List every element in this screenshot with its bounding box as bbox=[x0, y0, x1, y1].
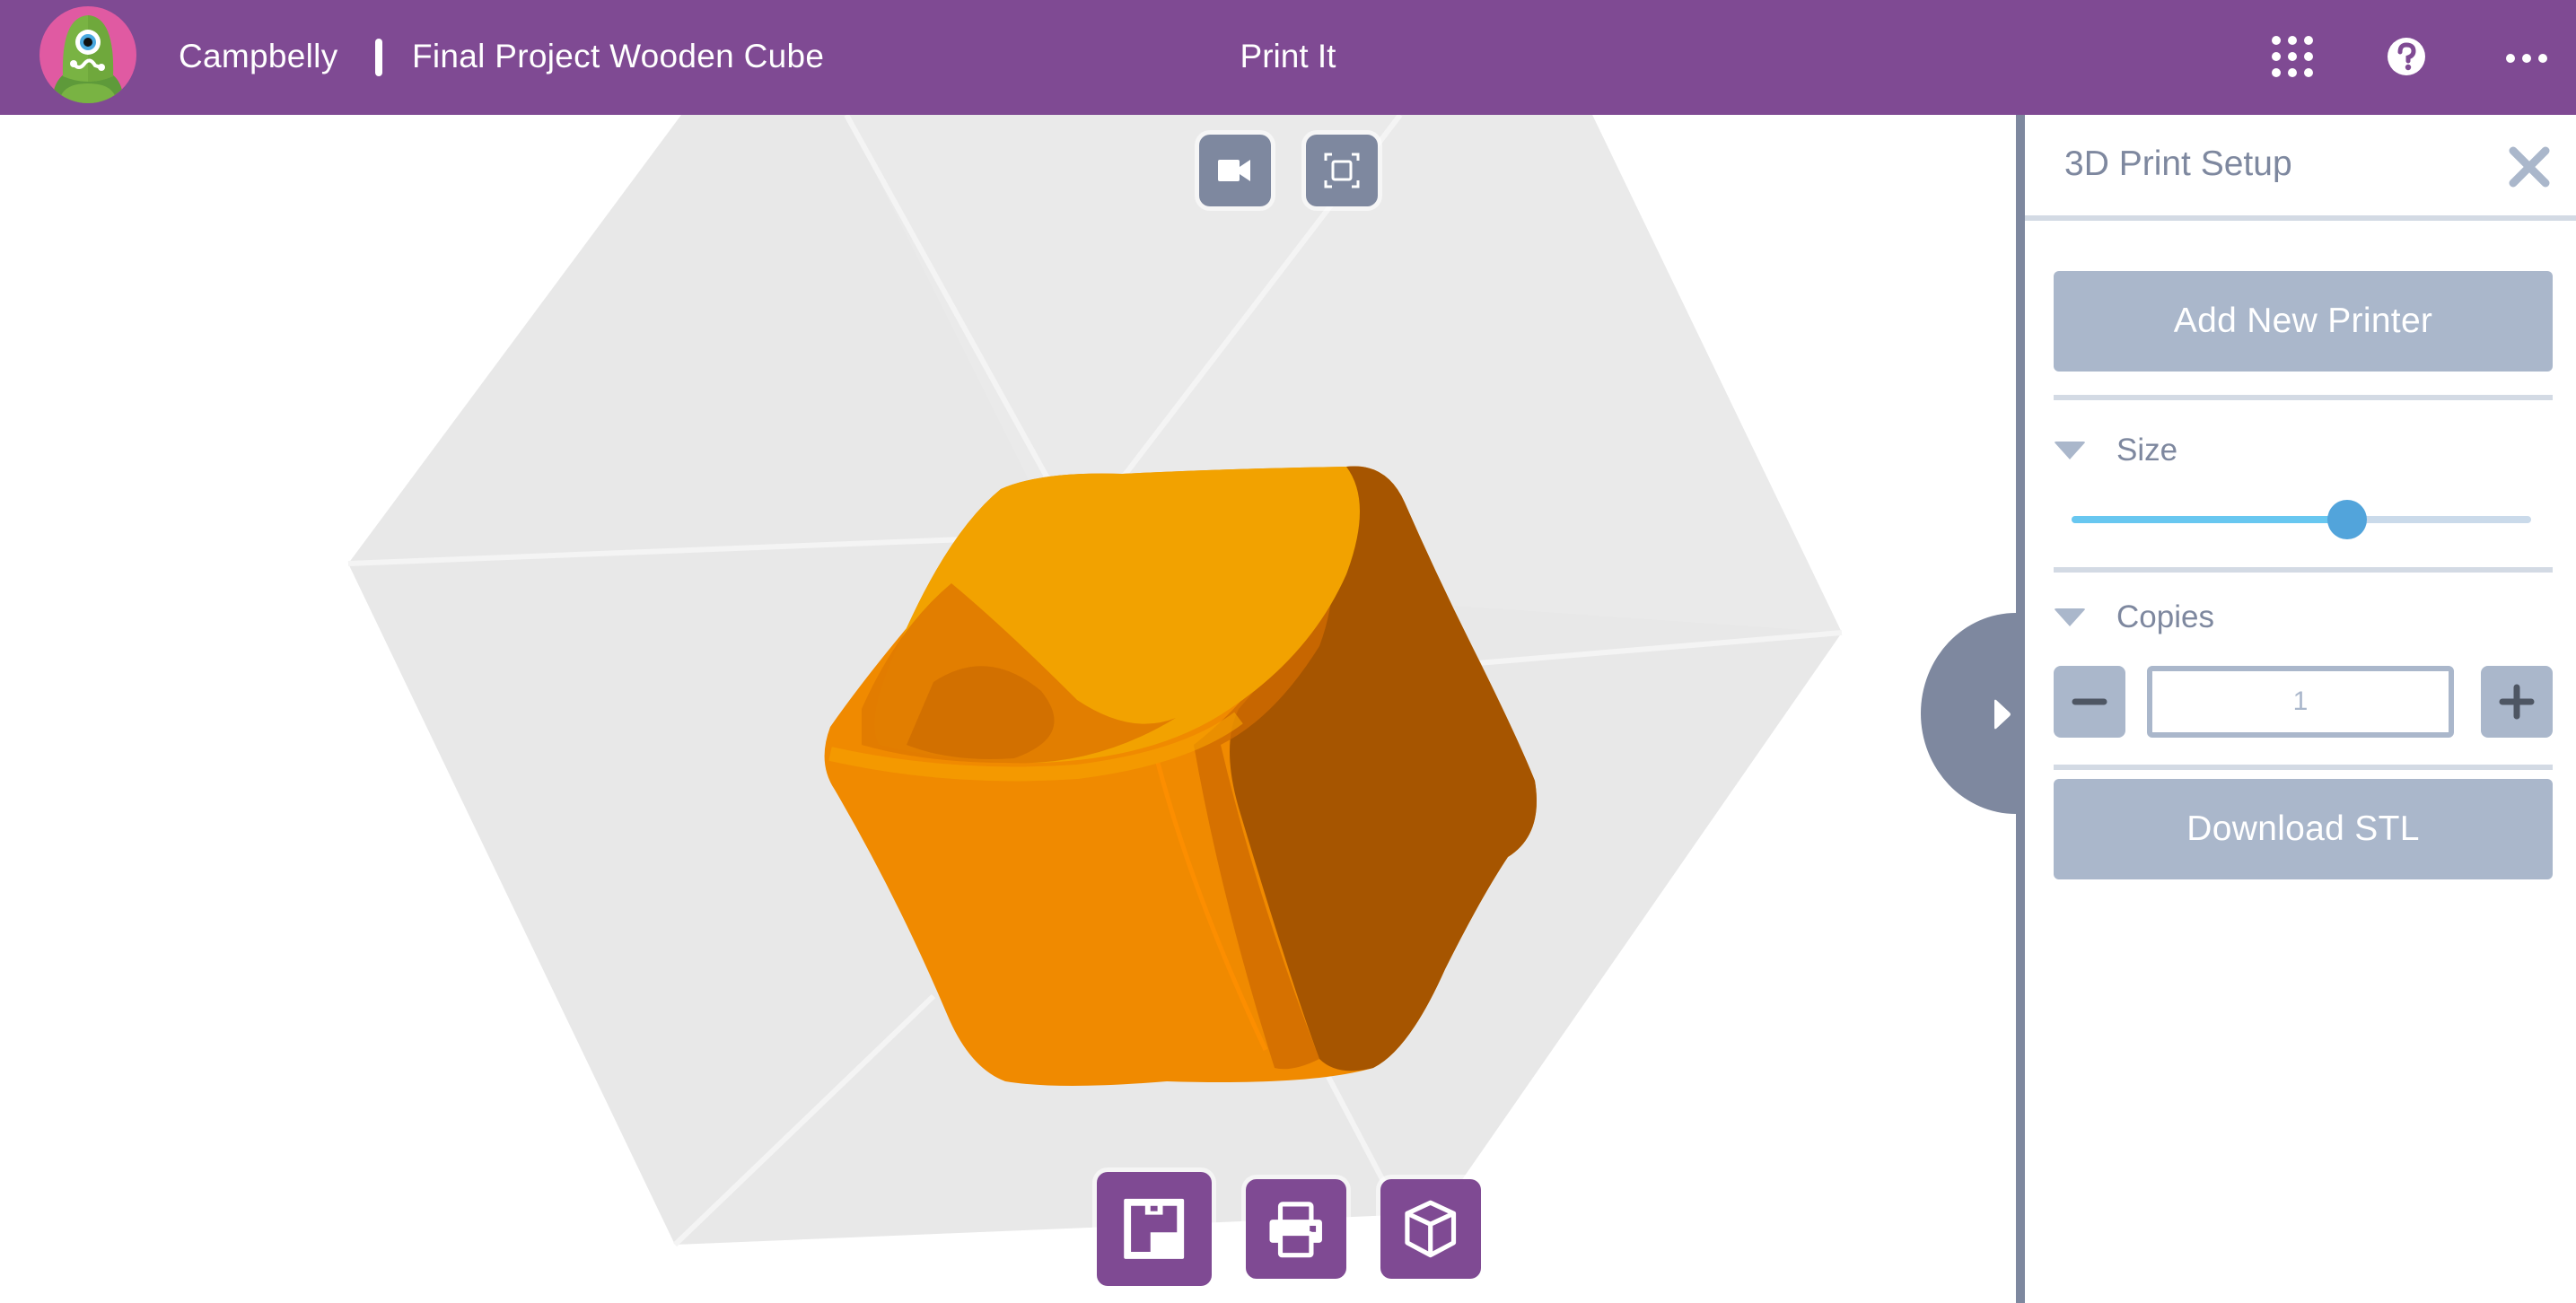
printer-icon bbox=[1269, 1202, 1323, 1258]
copies-section-header[interactable]: Copies bbox=[2054, 595, 2214, 640]
print-setup-panel: 3D Print Setup Add New Printer Size Copi… bbox=[2025, 115, 2576, 1303]
panel-border bbox=[2016, 115, 2025, 1303]
copies-increment-button[interactable] bbox=[2481, 666, 2553, 738]
size-slider[interactable] bbox=[2072, 495, 2531, 544]
3d-viewport[interactable] bbox=[0, 115, 2016, 1303]
section-divider bbox=[2054, 765, 2553, 770]
size-label: Size bbox=[2116, 433, 2178, 468]
copies-input[interactable] bbox=[2147, 666, 2454, 738]
frame-corners-icon bbox=[1324, 153, 1360, 188]
video-camera-icon bbox=[1218, 160, 1250, 181]
collapse-triangle-icon bbox=[2054, 608, 2086, 626]
model-button[interactable] bbox=[1380, 1179, 1481, 1279]
plus-icon bbox=[2499, 684, 2535, 720]
panel-title: 3D Print Setup bbox=[2064, 144, 2292, 183]
add-new-printer-button[interactable]: Add New Printer bbox=[2054, 271, 2553, 372]
cube-outline-icon bbox=[1405, 1200, 1457, 1258]
page-label: Print It bbox=[1240, 38, 1336, 74]
close-icon bbox=[2509, 146, 2550, 188]
app-header: Campbelly Final Project Wooden Cube Prin… bbox=[0, 0, 2576, 115]
minus-icon bbox=[2072, 698, 2107, 705]
section-divider bbox=[2054, 395, 2553, 400]
camera-view-button[interactable] bbox=[1199, 135, 1271, 206]
panel-title-divider bbox=[2025, 215, 2576, 221]
fit-view-button[interactable] bbox=[1306, 135, 1378, 206]
size-slider-knob[interactable] bbox=[2327, 500, 2368, 539]
title-divider bbox=[375, 39, 382, 76]
print-button[interactable] bbox=[1246, 1179, 1346, 1279]
chevron-right-icon bbox=[1994, 699, 2011, 730]
brand-name[interactable]: Campbelly bbox=[179, 34, 338, 79]
build-volume-scene[interactable] bbox=[0, 115, 2016, 1303]
more-options-icon[interactable] bbox=[2497, 27, 2556, 86]
close-panel-button[interactable] bbox=[2506, 144, 2553, 190]
campbelly-logo-avatar[interactable] bbox=[38, 4, 138, 105]
build-plate-button[interactable] bbox=[1097, 1172, 1212, 1286]
help-icon[interactable] bbox=[2377, 27, 2436, 86]
size-slider-fill bbox=[2072, 516, 2348, 523]
copies-decrement-button[interactable] bbox=[2054, 666, 2125, 738]
download-stl-button[interactable]: Download STL bbox=[2054, 779, 2553, 879]
build-plate-icon bbox=[1124, 1199, 1185, 1259]
size-section-header[interactable]: Size bbox=[2054, 428, 2177, 473]
apps-grid-icon[interactable] bbox=[2263, 27, 2322, 86]
collapse-triangle-icon bbox=[2054, 442, 2086, 459]
project-title[interactable]: Final Project Wooden Cube bbox=[412, 34, 824, 79]
section-divider bbox=[2054, 567, 2553, 573]
copies-label: Copies bbox=[2116, 599, 2214, 634]
